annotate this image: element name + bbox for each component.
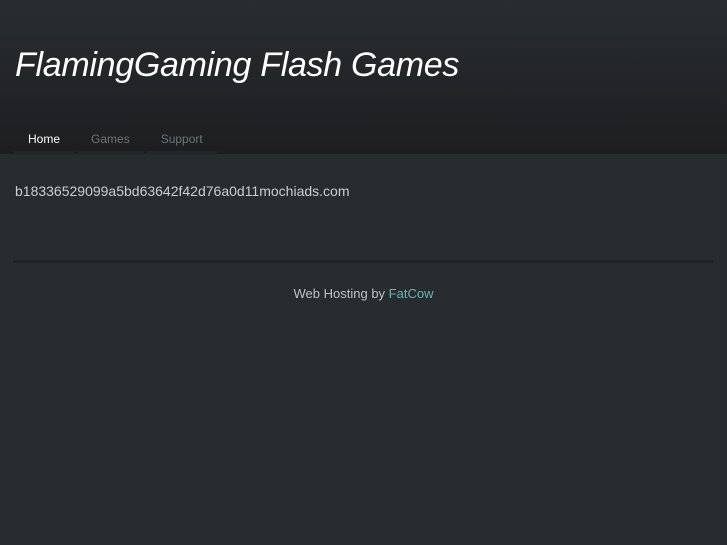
fatcow-link[interactable]: FatCow [389,286,434,301]
nav-home[interactable]: Home [14,129,75,155]
nav-support[interactable]: Support [146,129,217,155]
site-title: FlamingGaming Flash Games [15,46,460,84]
footer: Web Hosting by FatCow [0,286,727,301]
nav-games[interactable]: Games [77,129,144,155]
footer-text: Web Hosting by [293,286,386,301]
content-text: b18336529099a5bd63642f42d76a0d11mochiads… [15,183,350,199]
header: FlamingGaming Flash Games Home Games Sup… [0,0,727,155]
main-nav: Home Games Support [14,129,217,155]
divider [13,260,713,263]
